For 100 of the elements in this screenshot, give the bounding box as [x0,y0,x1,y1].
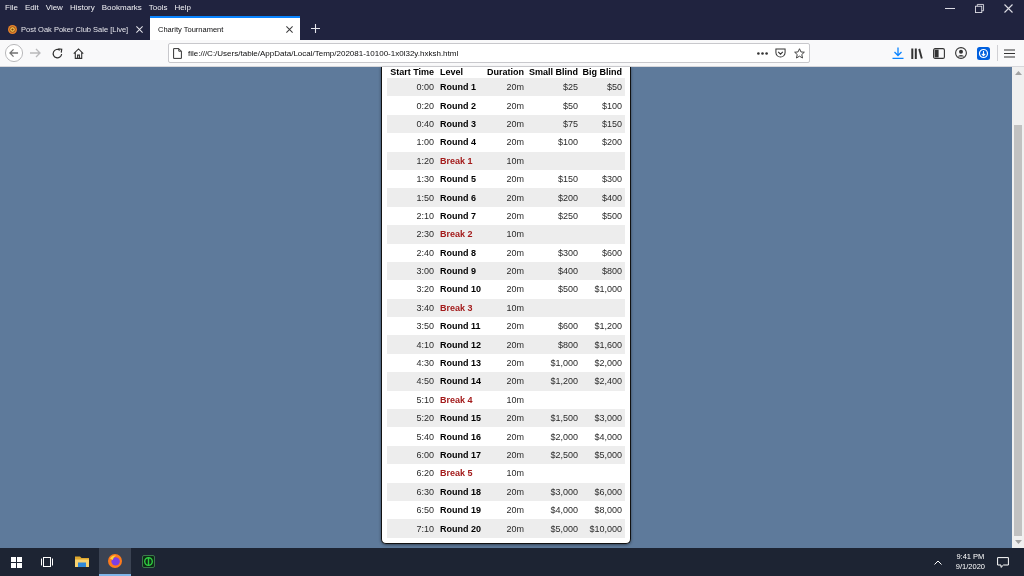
table-cell-text: Break 2 [439,229,474,240]
menu-item[interactable]: History [69,3,95,13]
browser-icon [108,554,122,568]
table-cell-text: Round 16 [439,431,482,442]
table-cell-text: 4:10 [415,339,435,350]
pocket-icon[interactable] [775,48,786,58]
download-icon[interactable] [892,47,904,59]
table-cell-text: Round 4 [439,137,477,148]
table-cell-text: $300 [600,174,623,185]
table-cell-text: $4,000 [549,505,579,516]
table-cell-text: 2:30 [415,229,435,240]
home-icon[interactable] [73,47,84,59]
menu-item[interactable]: Edit [24,3,39,13]
table-cell-text: 20m [505,376,525,387]
table-cell-text: $8,000 [593,505,623,516]
table-cell-text: 20m [505,210,525,221]
menu-item[interactable]: Bookmarks [101,3,142,13]
column-header: Duration [486,67,525,78]
table-cell-text: 20m [505,358,525,369]
table-cell-text: 1:20 [415,155,435,166]
table-cell-text: 4:50 [415,376,435,387]
table-cell-text: 10m [505,155,525,166]
table-cell-text: $1,200 [593,321,623,332]
more-icon[interactable] [757,51,768,55]
table-cell-text: 20m [505,137,525,148]
table-cell-text: 20m [505,523,525,534]
taskbar-button[interactable] [99,548,131,576]
table-cell-text: Round 6 [439,192,477,203]
table-cell-text: Break 4 [439,394,474,405]
address-bar[interactable]: file:///C:/Users/table/AppData/Local/Temp/202081-10100-1x0l32y.hxksh.html [168,43,810,63]
table-cell-text: $100 [556,137,579,148]
table-cell-text: 3:40 [415,302,435,313]
table-cell-text: 20m [505,450,525,460]
plus-icon[interactable] [311,23,320,33]
table-cell-text: 3:50 [415,321,435,332]
scrollbar-thumb[interactable] [1014,125,1022,536]
table-cell-text: Round 5 [439,174,477,185]
table-cell-text: 1:50 [415,192,435,203]
menu-item[interactable]: View [45,3,63,13]
notification-icon[interactable] [997,556,1009,568]
table-cell-text: 2:10 [415,210,435,221]
reload-icon[interactable] [52,47,63,59]
table-cell-text: 0:20 [415,100,435,111]
back-icon[interactable] [5,44,23,62]
table-cell-text: 2:40 [415,247,435,258]
restore-icon[interactable] [975,3,984,13]
table-cell-text: $250 [556,210,579,221]
app-icon [141,554,155,568]
table-cell-text: Break 3 [439,302,474,313]
sidebar-icon[interactable] [933,47,945,59]
table-cell-text: 20m [505,321,525,332]
menu-item[interactable]: Help [174,3,191,13]
menu-item[interactable]: File [5,3,18,13]
library-icon[interactable] [911,47,923,59]
table-cell-text: $3,000 [549,486,579,497]
table-cell-text: $500 [600,210,623,221]
chevron-up-icon[interactable] [933,559,942,565]
table-cell-text: $5,000 [593,450,623,460]
task-view-icon[interactable] [41,557,53,567]
page-icon [173,47,182,59]
table-cell-text: Round 8 [439,247,477,258]
table-cell-text: 7:10 [415,523,435,534]
menu-item[interactable]: Tools [148,3,168,13]
table-cell-text: Round 2 [439,100,477,111]
table-cell-text: 20m [505,192,525,203]
table-cell-text: 6:00 [415,450,435,460]
table-cell-text: $10,000 [588,523,623,534]
table-cell-text: 5:10 [415,394,435,405]
table-cell-text: $2,500 [549,450,579,460]
table-cell-text: $800 [556,339,579,350]
start-icon[interactable] [10,556,22,568]
table-cell-text: Round 3 [439,118,477,129]
table-cell-text: $200 [600,137,623,148]
table-cell-text: 5:20 [415,413,435,424]
table-cell-text: $50 [605,82,623,93]
table-cell-text: $3,000 [593,413,623,424]
close-icon[interactable] [286,25,293,33]
table-cell-text: 20m [505,266,525,277]
table-cell-text: Round 19 [439,505,482,516]
table-cell-text: 6:50 [415,505,435,516]
table-cell-text: Round 17 [439,450,482,460]
table-cell-text: Round 20 [439,523,482,534]
table-cell-text: 10m [505,229,525,240]
star-icon[interactable] [794,47,805,59]
table-cell-text: $600 [556,321,579,332]
menu-icon[interactable] [1004,48,1015,58]
account-icon[interactable] [955,47,967,59]
table-cell-text: 20m [505,284,525,295]
table-cell-text: 10m [505,394,525,405]
table-cell-text: $1,000 [593,284,623,295]
table-cell-text: Round 11 [439,321,482,332]
table-cell-text: 5:40 [415,431,435,442]
table-cell-text: 20m [505,118,525,129]
minimize-icon[interactable] [945,7,955,9]
table-cell-text: 20m [505,174,525,185]
table-cell-text: Break 5 [439,468,474,479]
table-cell-text: $300 [556,247,579,258]
table-cell-text: 6:20 [415,468,435,479]
circle-arrow-icon[interactable] [977,46,990,60]
table-cell-text: Break 1 [439,155,474,166]
